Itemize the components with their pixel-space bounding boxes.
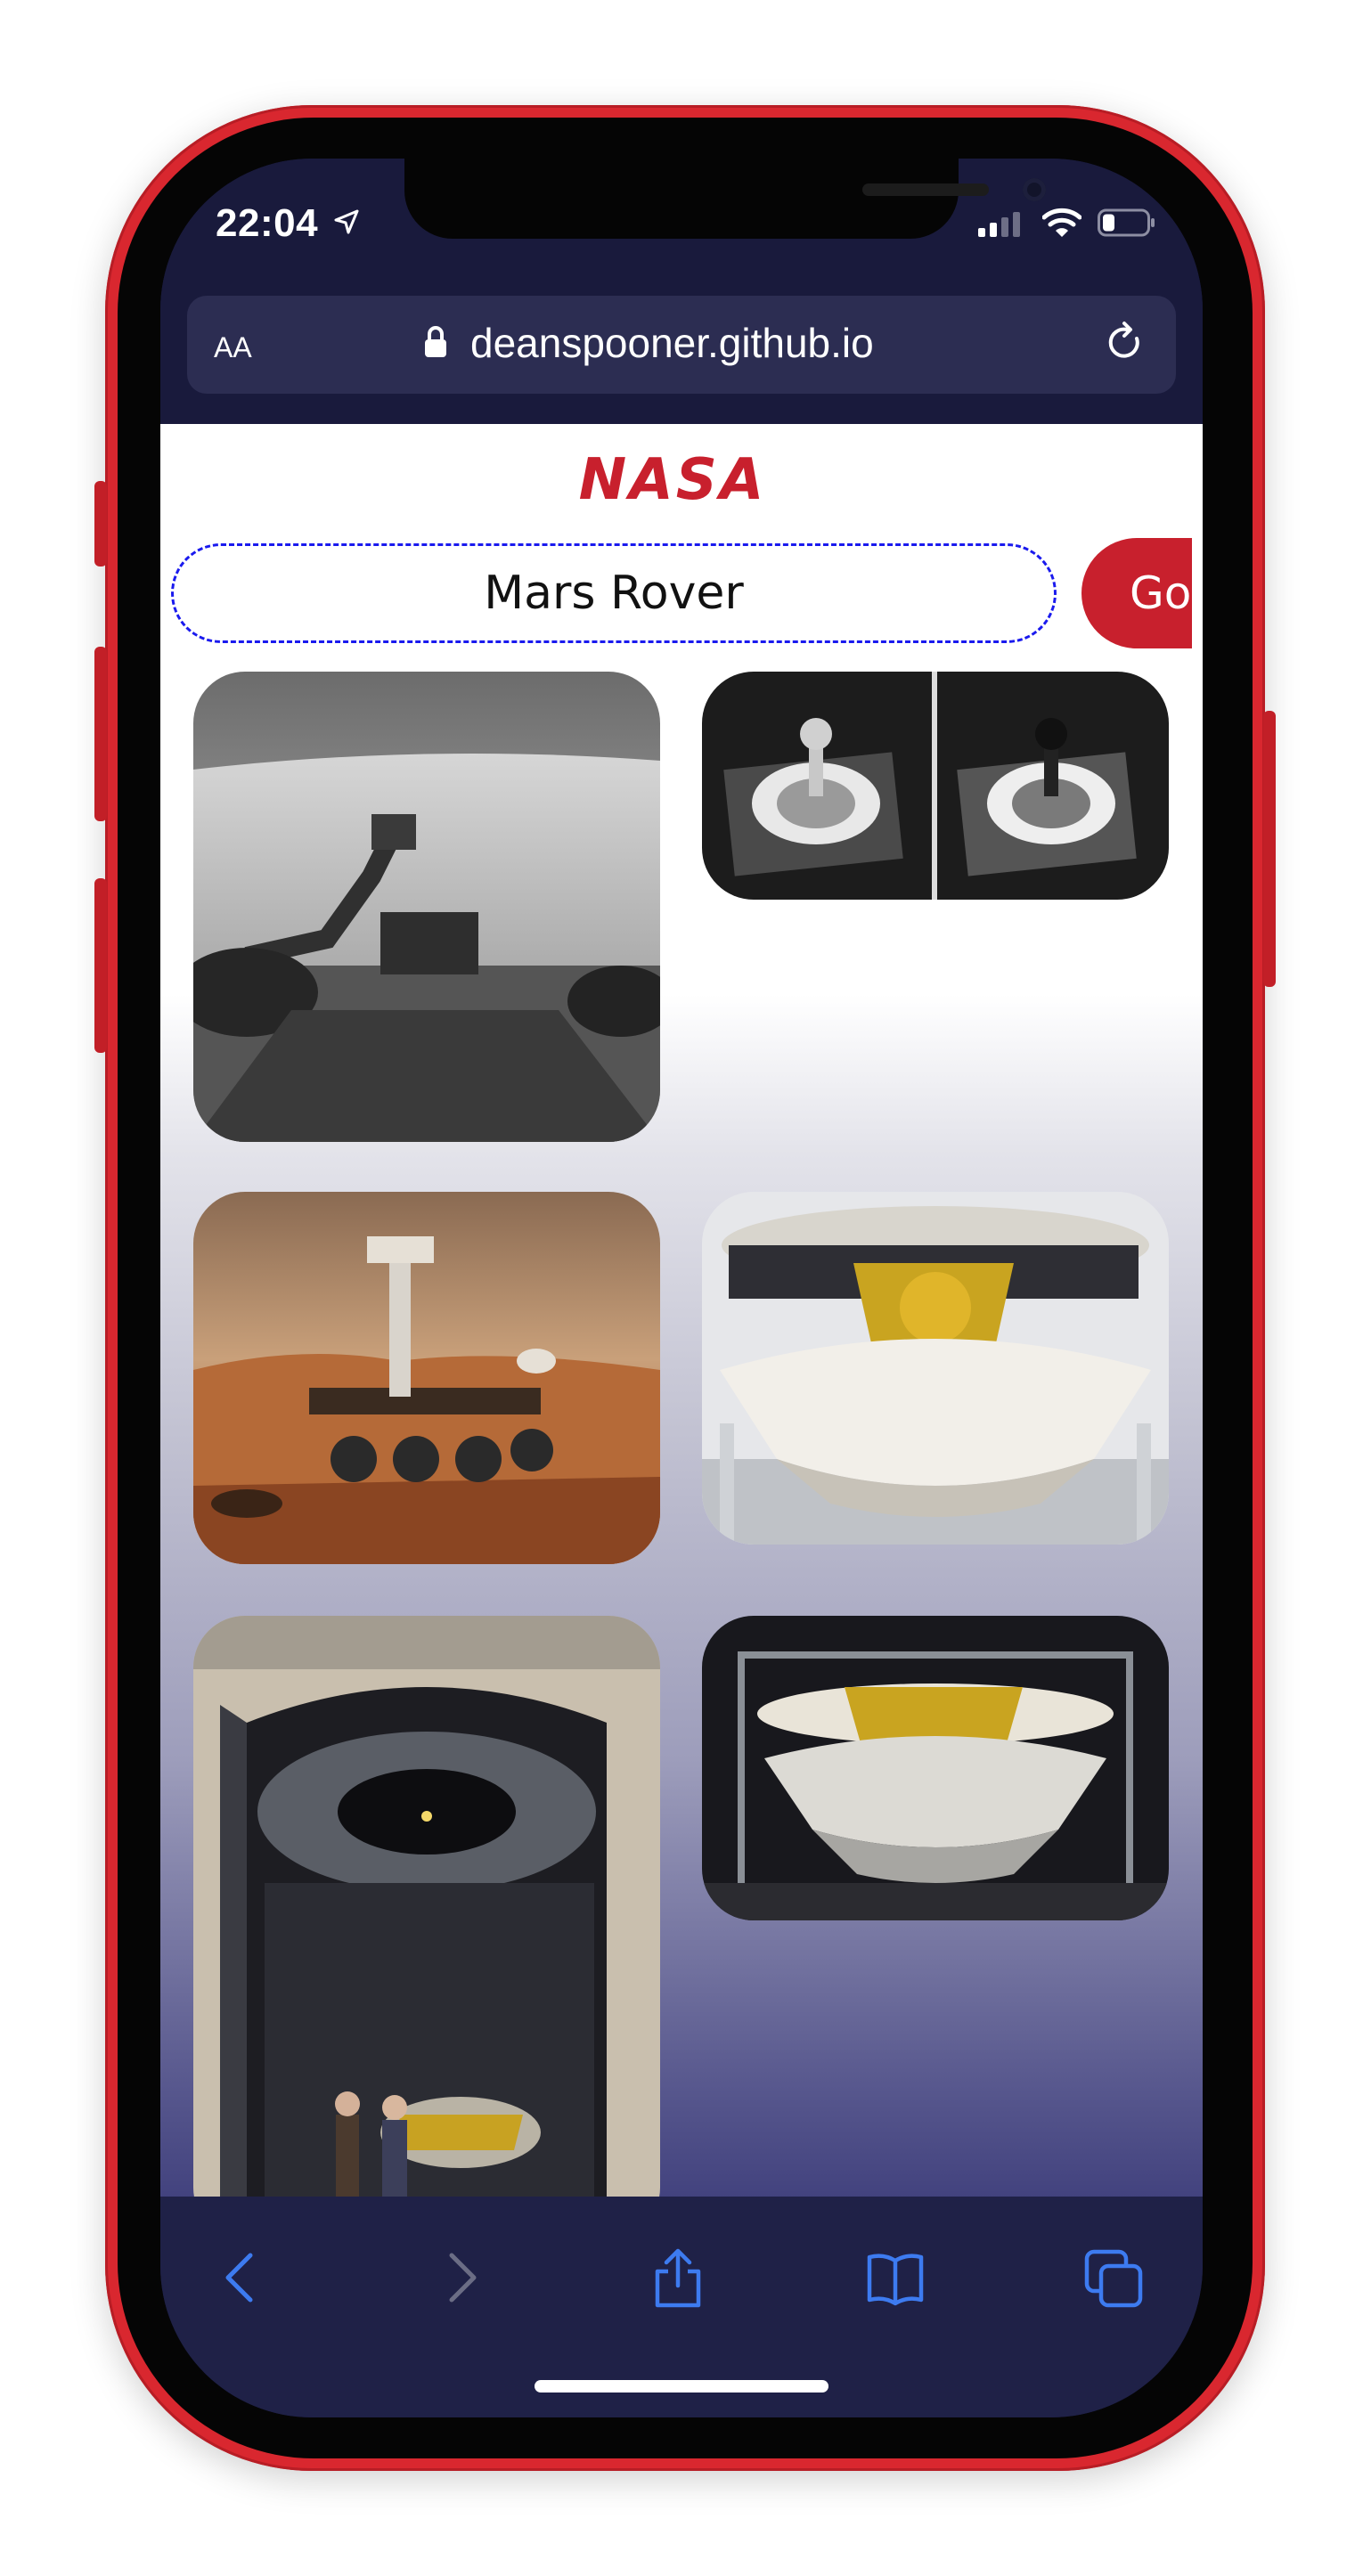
- share-icon[interactable]: [647, 2246, 709, 2309]
- result-image-calibration-targets[interactable]: [702, 672, 1169, 900]
- result-image-lander-test-frame[interactable]: [702, 1616, 1169, 1920]
- back-icon[interactable]: [210, 2246, 273, 2309]
- search-input[interactable]: [171, 543, 1057, 643]
- home-indicator[interactable]: [535, 2380, 828, 2393]
- go-button[interactable]: Go: [1081, 538, 1192, 648]
- cellular-signal-icon: [978, 212, 1020, 237]
- wifi-icon: [1042, 208, 1081, 237]
- lock-icon: [425, 326, 446, 357]
- result-image-mars-rover-illustration[interactable]: [193, 1192, 660, 1564]
- front-camera: [1023, 178, 1046, 201]
- status-time: 22:04: [216, 201, 319, 245]
- volume-down-button: [94, 878, 107, 1053]
- location-arrow-icon: [334, 209, 359, 234]
- tabs-icon[interactable]: [1083, 2246, 1146, 2309]
- text-size-label: AA: [214, 331, 252, 363]
- result-image-thermal-vacuum-chamber[interactable]: [193, 1616, 660, 2239]
- web-page: NASA Go: [160, 424, 1203, 2241]
- bookmarks-icon[interactable]: [864, 2246, 926, 2309]
- forward-icon[interactable]: [429, 2246, 492, 2309]
- browser-toolbar: [160, 2197, 1203, 2417]
- text-size-button[interactable]: AA: [214, 322, 252, 367]
- camera-notch: [404, 159, 1046, 239]
- battery-icon: [1098, 208, 1155, 237]
- mute-switch: [94, 481, 107, 567]
- earpiece-speaker: [862, 183, 989, 196]
- result-image-lander-clean-room[interactable]: [702, 1192, 1169, 1545]
- nasa-logo: NASA: [578, 447, 767, 513]
- result-image-rover-arm[interactable]: [193, 672, 660, 1142]
- volume-up-button: [94, 647, 107, 821]
- power-button: [1263, 711, 1276, 987]
- reload-icon[interactable]: [1103, 321, 1147, 365]
- url-text[interactable]: deanspooner.github.io: [470, 319, 874, 367]
- address-bar[interactable]: AA deanspooner.github.io: [187, 296, 1176, 394]
- phone-screen: 22:04 AA deanspooner.github.io NASA Mars…: [160, 159, 1203, 2417]
